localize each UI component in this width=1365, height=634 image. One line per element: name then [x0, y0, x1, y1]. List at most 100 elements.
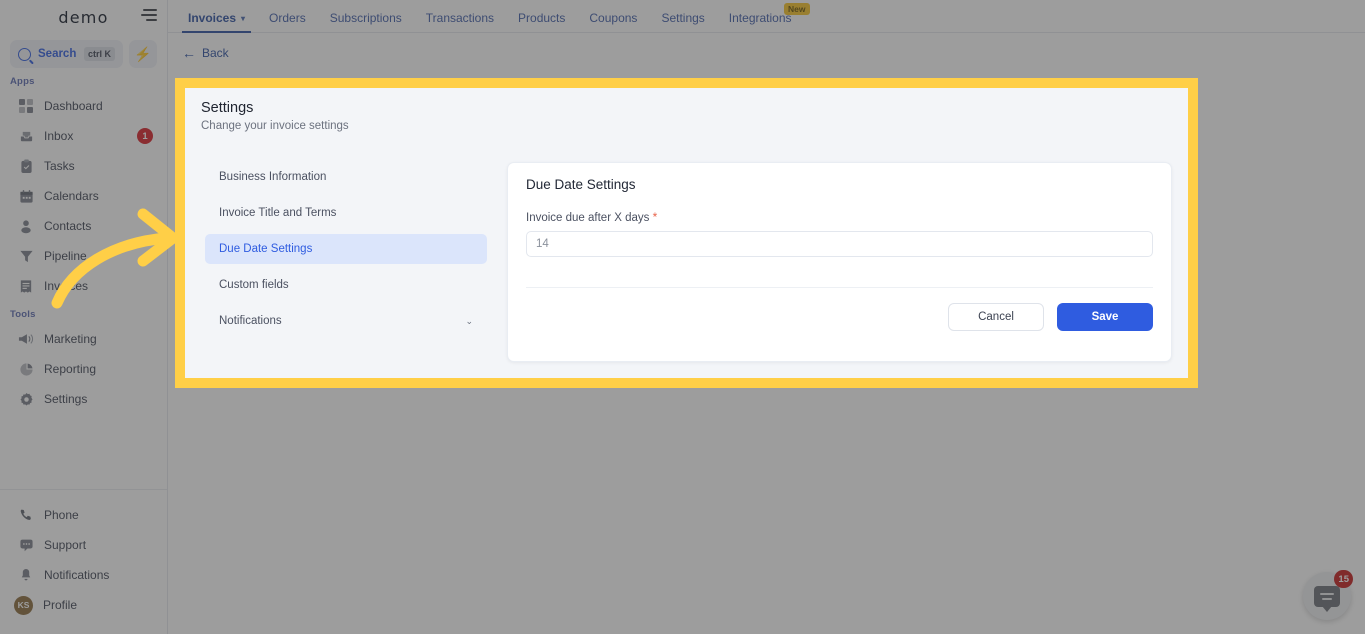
contacts-icon	[18, 218, 34, 234]
settings-menu-notifications[interactable]: Notifications ⌄	[205, 306, 487, 336]
megaphone-icon	[18, 331, 34, 347]
calendar-icon	[18, 188, 34, 204]
tab-invoices[interactable]: Invoices ▾	[176, 11, 257, 33]
tab-label: Subscriptions	[329, 11, 402, 25]
sidebar-item-label: Reporting	[44, 362, 97, 376]
sidebar-item-support[interactable]: Support	[0, 530, 167, 560]
sidebar-item-phone[interactable]: Phone	[0, 500, 167, 530]
search-input[interactable]: Search ctrl K	[10, 40, 123, 68]
settings-panel-highlighted: Settings Change your invoice settings Bu…	[175, 78, 1198, 388]
page-title: Settings	[201, 100, 254, 116]
back-button[interactable]: ← Back	[182, 46, 229, 60]
tab-coupons[interactable]: Coupons	[577, 11, 649, 32]
tab-products[interactable]: Products	[506, 11, 577, 32]
card-title: Due Date Settings	[526, 177, 636, 192]
support-chat-icon	[18, 537, 34, 553]
pipeline-icon	[18, 248, 34, 264]
sidebar-item-label: Notifications	[44, 568, 110, 582]
sidebar-item-marketing[interactable]: Marketing	[0, 324, 167, 354]
sidebar-item-pipeline[interactable]: Pipeline	[0, 241, 167, 271]
new-badge: New	[784, 3, 810, 16]
sidebar-item-label: Invoices	[44, 279, 89, 293]
chevron-down-icon: ▾	[241, 13, 246, 23]
tab-label: Settings	[661, 11, 705, 25]
tab-label: Coupons	[589, 11, 638, 25]
tab-settings[interactable]: Settings	[649, 11, 716, 32]
tab-label: Orders	[269, 11, 306, 25]
search-icon	[18, 47, 31, 61]
tab-label: Invoices	[188, 11, 237, 25]
sidebar-item-contacts[interactable]: Contacts	[0, 211, 167, 241]
sidebar-item-label: Contacts	[44, 219, 92, 233]
quick-actions-button[interactable]: ⚡	[129, 40, 157, 68]
chat-unread-badge: 15	[1334, 570, 1353, 588]
settings-menu-business-information[interactable]: Business Information	[205, 162, 487, 192]
phone-icon	[18, 507, 34, 523]
sidebar-item-calendars[interactable]: Calendars	[0, 181, 167, 211]
inbox-icon	[18, 128, 34, 144]
top-navigation-tabs: Invoices ▾ Orders Subscriptions Transact…	[168, 0, 1365, 33]
sidebar-item-tasks[interactable]: Tasks	[0, 151, 167, 181]
menu-item-label: Business Information	[219, 171, 327, 183]
sidebar-item-label: Marketing	[44, 332, 97, 346]
sidebar-item-label: Tasks	[44, 159, 75, 173]
sidebar-item-settings[interactable]: Settings	[0, 384, 167, 414]
sidebar-item-label: Phone	[44, 508, 79, 522]
card-divider	[526, 287, 1153, 288]
tab-integrations[interactable]: Integrations New	[717, 3, 810, 32]
cancel-button[interactable]: Cancel	[948, 303, 1044, 331]
tab-label: Products	[518, 11, 566, 25]
tab-subscriptions[interactable]: Subscriptions	[318, 11, 414, 32]
sidebar-item-dashboard[interactable]: Dashboard	[0, 91, 167, 121]
sidebar-item-reporting[interactable]: Reporting	[0, 354, 167, 384]
back-label: Back	[202, 46, 229, 60]
sidebar-item-label: Dashboard	[44, 99, 103, 113]
settings-menu-invoice-title-and-terms[interactable]: Invoice Title and Terms	[205, 198, 487, 228]
main-content: Invoices ▾ Orders Subscriptions Transact…	[168, 0, 1365, 634]
search-label: Search	[38, 48, 77, 60]
invoice-due-days-input[interactable]	[526, 231, 1153, 257]
pie-chart-icon	[18, 361, 34, 377]
settings-menu-custom-fields[interactable]: Custom fields	[205, 270, 487, 300]
left-sidebar: demo Search ctrl K ⚡ Apps Dashboard Inbo…	[0, 0, 168, 634]
nav-group-apps: Dashboard Inbox 1 Tasks Calendars Contac…	[0, 91, 167, 301]
search-shortcut-chip: ctrl K	[83, 47, 115, 61]
lightning-bolt-icon: ⚡	[134, 46, 152, 62]
sidebar-item-inbox[interactable]: Inbox 1	[0, 121, 167, 151]
app-root: demo Search ctrl K ⚡ Apps Dashboard Inbo…	[0, 0, 1365, 634]
sidebar-item-notifications[interactable]: Notifications	[0, 560, 167, 590]
settings-menu-due-date-settings[interactable]: Due Date Settings	[205, 234, 487, 264]
brand-logo: demo	[58, 7, 109, 27]
sidebar-item-label: Profile	[43, 598, 78, 612]
bell-icon	[18, 567, 34, 583]
tab-transactions[interactable]: Transactions	[414, 11, 506, 32]
tab-label: Transactions	[425, 11, 495, 25]
back-row: ← Back	[168, 33, 1365, 63]
arrow-left-icon: ←	[182, 45, 196, 61]
sidebar-item-label: Support	[44, 538, 87, 552]
card-actions: Cancel Save	[526, 303, 1153, 331]
tab-label: Integrations	[728, 11, 792, 25]
settings-menu-list: Business Information Invoice Title and T…	[205, 162, 487, 362]
field-label-text: Invoice due after X days	[526, 212, 650, 224]
menu-item-label: Due Date Settings	[219, 243, 313, 255]
sidebar-item-label: Calendars	[44, 189, 99, 203]
brand-row: demo	[0, 0, 167, 34]
menu-item-label: Notifications	[219, 315, 282, 327]
nav-group-tools: Marketing Reporting Settings	[0, 324, 167, 414]
sidebar-bottom-group: Phone Support Notifications KS Profile	[0, 489, 167, 634]
sidebar-item-label: Settings	[44, 392, 88, 406]
invoices-icon	[18, 278, 34, 294]
gear-icon	[18, 391, 34, 407]
tab-orders[interactable]: Orders	[257, 11, 318, 32]
inbox-badge: 1	[137, 128, 153, 144]
field-label-invoice-due-days: Invoice due after X days *	[526, 210, 1153, 224]
sidebar-item-profile[interactable]: KS Profile	[0, 590, 167, 620]
save-button[interactable]: Save	[1057, 303, 1153, 331]
collapse-menu-icon[interactable]	[141, 9, 157, 23]
chat-bubble-icon	[1314, 585, 1340, 612]
chat-widget-button[interactable]: 15	[1303, 570, 1353, 620]
sidebar-item-invoices[interactable]: Invoices	[0, 271, 167, 301]
nav-section-apps-label: Apps	[10, 76, 35, 87]
panel-body: Business Information Invoice Title and T…	[185, 132, 1188, 362]
